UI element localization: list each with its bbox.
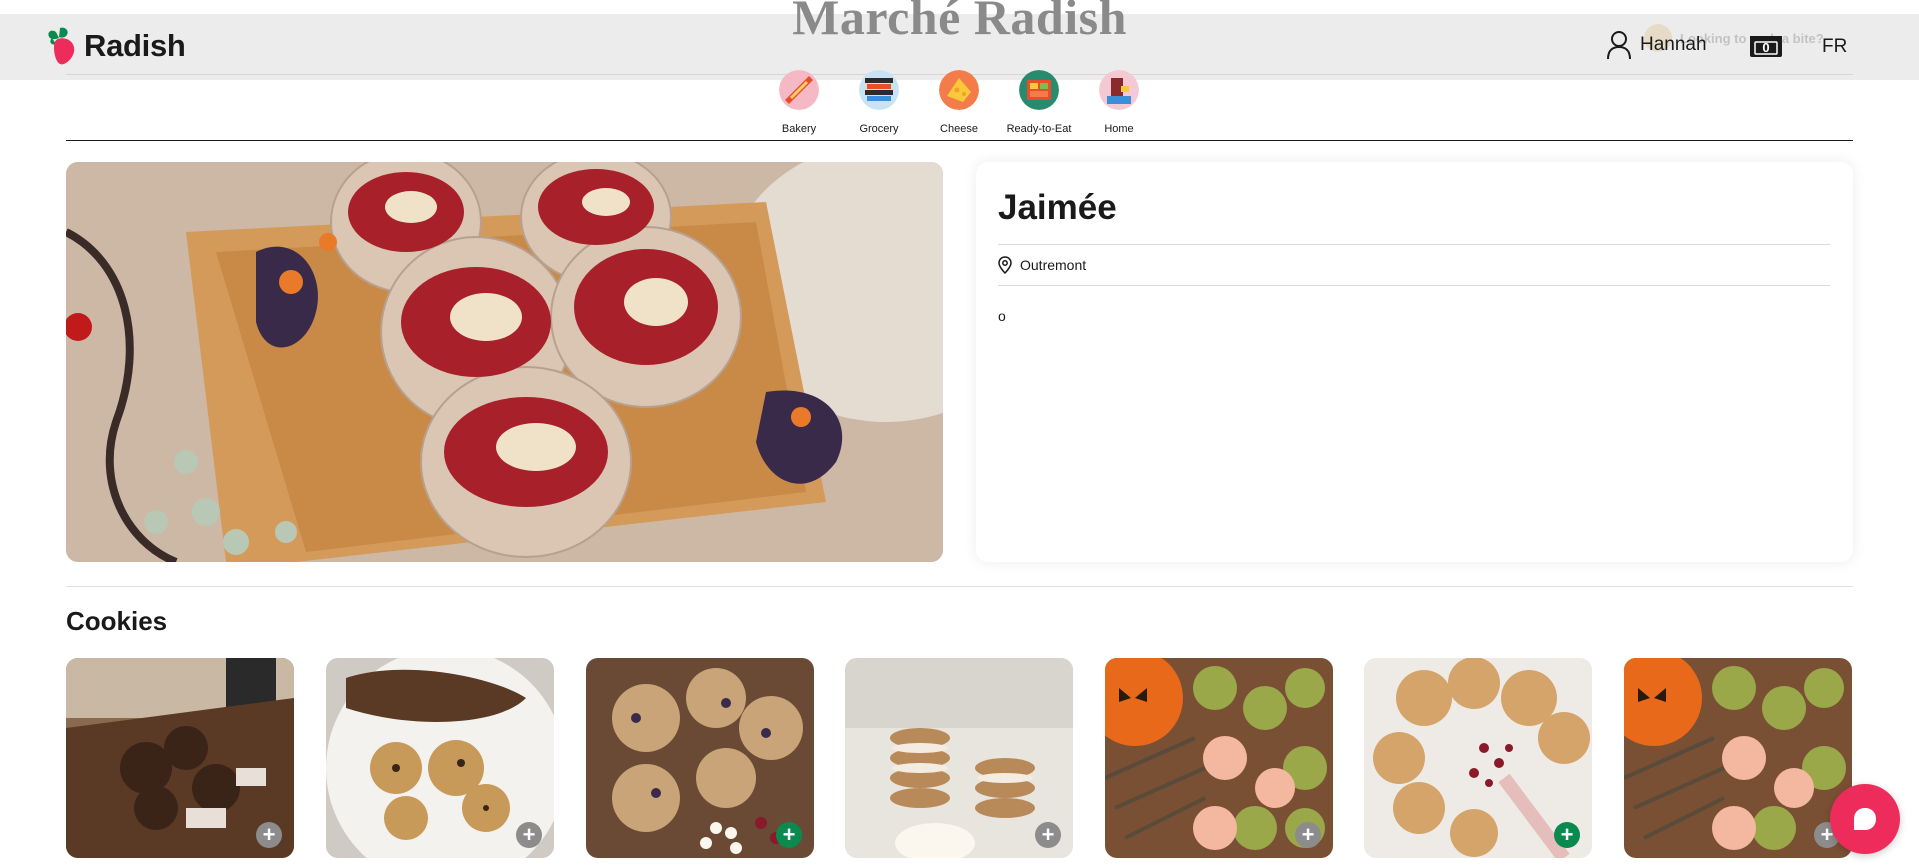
user-account[interactable]: Hannah (1606, 30, 1707, 60)
category-ready-to-eat[interactable]: Ready-to-Eat (999, 70, 1079, 135)
category-cheese[interactable]: Cheese (919, 70, 999, 135)
category-grocery[interactable]: Grocery (839, 70, 919, 135)
product-card[interactable]: + (1624, 658, 1852, 858)
home-icon (1099, 70, 1139, 110)
add-to-cart-button[interactable]: + (1295, 822, 1321, 848)
cart-button[interactable]: 0 (1749, 35, 1783, 59)
radish-logo[interactable]: Radish (46, 26, 186, 66)
user-icon (1607, 31, 1631, 60)
language-toggle[interactable]: FR (1822, 36, 1847, 58)
vendor-hero-image (66, 162, 943, 562)
chat-bubble-icon (1854, 808, 1876, 830)
category-label: Cheese (940, 123, 978, 135)
chat-button[interactable] (1830, 784, 1900, 854)
vendor-location: Outremont (998, 256, 1086, 274)
product-card[interactable]: + (326, 658, 554, 858)
bakery-icon (779, 70, 819, 110)
add-to-cart-button[interactable]: + (1554, 822, 1580, 848)
section-divider (66, 586, 1853, 587)
product-card[interactable]: + (66, 658, 294, 858)
category-label: Grocery (859, 123, 899, 135)
category-bakery[interactable]: Bakery (759, 70, 839, 135)
logo-text: Radish (84, 28, 186, 63)
vendor-name: Jaimée (998, 188, 1117, 227)
location-text: Outremont (1020, 257, 1087, 273)
ready-to-eat-icon (1019, 70, 1059, 110)
section-title: Cookies (66, 606, 168, 636)
cart-count: 0 (1762, 40, 1770, 55)
category-label: Ready-to-Eat (1006, 123, 1072, 135)
info-divider (998, 285, 1830, 286)
category-label: Bakery (781, 123, 817, 135)
category-label: Home (1104, 123, 1134, 135)
product-card[interactable]: + (586, 658, 814, 858)
cheese-icon (939, 70, 979, 110)
radish-logo-icon (48, 27, 75, 65)
product-card[interactable]: + (1364, 658, 1592, 858)
add-to-cart-button[interactable]: + (256, 822, 282, 848)
add-to-cart-button[interactable]: + (1035, 822, 1061, 848)
add-to-cart-button[interactable]: + (516, 822, 542, 848)
info-divider (998, 244, 1830, 245)
category-home[interactable]: Home (1079, 70, 1159, 135)
location-pin-icon (998, 256, 1012, 274)
add-to-cart-button[interactable]: + (776, 822, 802, 848)
vendor-description: o (998, 308, 1006, 324)
user-name: Hannah (1640, 34, 1707, 55)
product-card[interactable]: + (1105, 658, 1333, 858)
category-divider (66, 140, 1853, 141)
category-bar: Bakery Grocery Cheese Ready-to-Eat Home (0, 70, 1919, 136)
grocery-icon (859, 70, 899, 110)
vendor-info-card: Jaimée Outremont o (976, 162, 1853, 562)
product-card[interactable]: + (845, 658, 1073, 858)
